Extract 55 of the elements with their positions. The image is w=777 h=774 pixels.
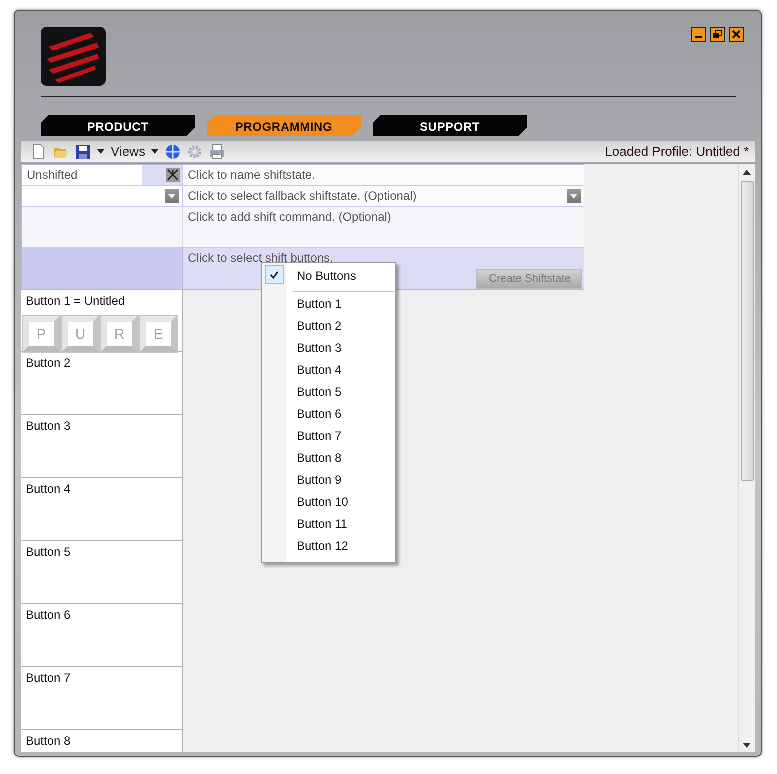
nav-tab[interactable]: SUPPORT — [373, 115, 527, 136]
caret-icon[interactable] — [97, 149, 105, 154]
menu-item[interactable]: Button 12 — [297, 537, 348, 555]
menu-item[interactable]: Button 2 — [297, 317, 342, 335]
loaded-profile-label: Loaded Profile: Untitled * — [605, 142, 749, 161]
menu-item[interactable]: Button 10 — [297, 493, 348, 511]
restore-icon — [713, 30, 722, 39]
delete-shiftstate-icon[interactable] — [166, 168, 180, 182]
menu-item[interactable]: Button 8 — [297, 449, 342, 467]
keycap: R — [101, 316, 138, 352]
button-assignment-label[interactable]: Button 1 = Untitled — [26, 292, 126, 310]
scroll-up-icon[interactable] — [743, 170, 751, 175]
dropdown-button[interactable] — [165, 189, 179, 203]
restore-button[interactable] — [710, 27, 725, 42]
button-assignment-label[interactable]: Button 4 — [26, 480, 71, 498]
menu-item[interactable]: Button 4 — [297, 361, 342, 379]
shiftstate-name-field[interactable]: Click to name shiftstate. — [183, 165, 584, 186]
shiftstate-label: Unshifted — [27, 168, 78, 182]
button-assignment-label[interactable]: Button 3 — [26, 417, 71, 435]
minimize-button[interactable] — [691, 27, 706, 42]
caret-icon[interactable] — [151, 149, 160, 154]
button-assignment-label[interactable]: Button 5 — [26, 543, 71, 561]
close-icon — [732, 30, 741, 39]
scrollbar[interactable] — [738, 164, 755, 752]
scroll-thumb[interactable] — [741, 181, 754, 481]
scroll-down-icon[interactable] — [743, 743, 751, 748]
views-menu[interactable]: Views — [111, 142, 146, 162]
menu-item[interactable]: No Buttons — [297, 267, 356, 285]
menu-item[interactable]: Button 3 — [297, 339, 342, 357]
button-assignment-label[interactable]: Button 6 — [26, 606, 71, 624]
keycap: U — [62, 316, 99, 352]
shift-buttons-selector[interactable]: Click to select shift buttons. — [188, 251, 334, 265]
new-file-icon[interactable] — [31, 144, 47, 160]
globe-icon[interactable] — [165, 144, 182, 160]
keycap: P — [23, 316, 60, 352]
menu-item[interactable]: Button 7 — [297, 427, 342, 445]
button-assignment-label[interactable]: Button 2 — [26, 354, 71, 372]
printer-icon[interactable] — [209, 144, 226, 160]
save-icon[interactable] — [75, 144, 91, 160]
fallback-shiftstate-dropdown[interactable]: Click to select fallback shiftstate. (Optional) — [183, 186, 584, 207]
menu-item[interactable]: Button 11 — [297, 515, 348, 533]
close-button[interactable] — [729, 27, 744, 42]
claw-logo-icon — [41, 27, 106, 86]
menu-item[interactable]: Button 5 — [297, 383, 342, 401]
shift-command-field[interactable]: Click to add shift command. (Optional) — [183, 207, 584, 248]
menu-item[interactable]: Button 6 — [297, 405, 342, 423]
nav-tab[interactable]: PROGRAMMING — [207, 115, 361, 136]
menu-item[interactable]: Button 1 — [297, 295, 342, 313]
button-assignment-label[interactable]: Button 8 — [26, 732, 71, 750]
caret-icon — [570, 194, 578, 198]
caret-icon — [168, 194, 176, 198]
keycap: E — [140, 316, 177, 352]
menu-item[interactable]: Button 9 — [297, 471, 342, 489]
nav-tab[interactable]: PRODUCT — [41, 115, 195, 136]
button-assignment-label[interactable]: Button 7 — [26, 669, 71, 687]
